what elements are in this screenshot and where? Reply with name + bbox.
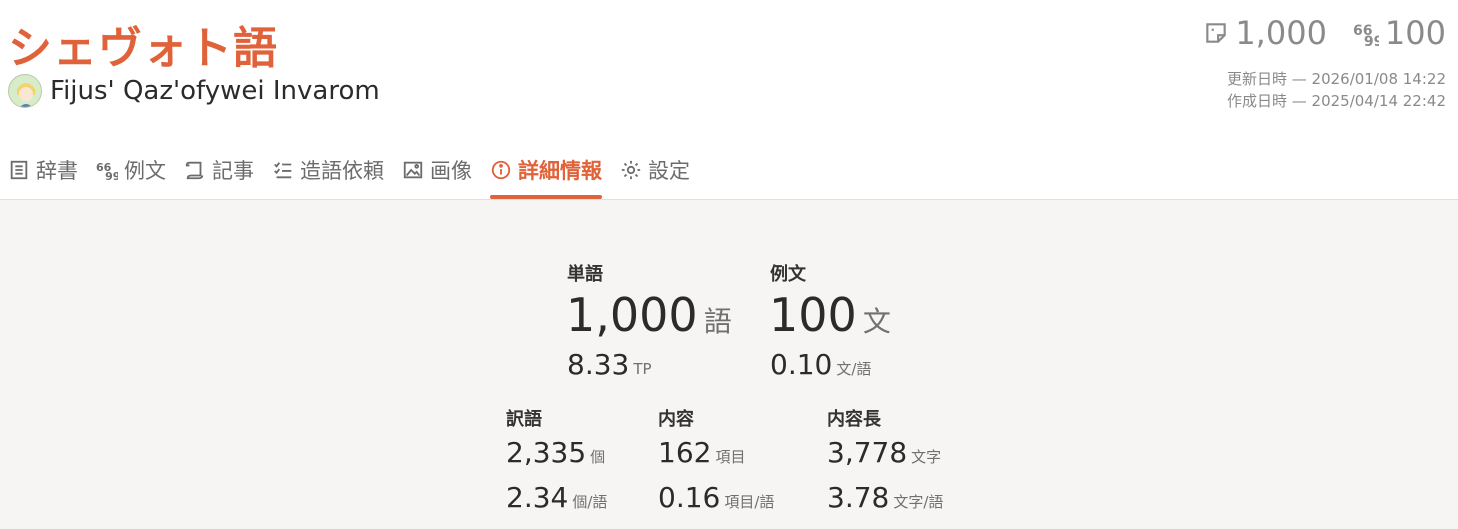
quote-icon: 6699 — [96, 161, 118, 181]
gear-icon — [621, 160, 641, 180]
tab-bar: 辞書 6699 例文 記事 造語依頼 画像 — [0, 150, 700, 200]
stat-translations-sub: 2.34 個/語 — [506, 481, 608, 514]
stat-length-value: 3,778 文字 — [827, 436, 942, 469]
stat-translations-label: 訳語 — [506, 409, 542, 430]
stat-length-sub: 3.78 文字/語 — [827, 481, 944, 514]
author-link[interactable]: Fijus' Qaz'ofywei Invarom — [8, 74, 380, 108]
stat-contents-label: 内容 — [658, 409, 694, 430]
stat-contents-sub: 0.16 項目/語 — [658, 481, 775, 514]
stats-panel: 単語 1,000 語 8.33 TP 例文 100 文 0.10 文/語 訳語 2,33… — [0, 200, 1458, 529]
stat-length-label: 内容長 — [827, 409, 881, 430]
stat-words-value: 1,000 語 — [566, 288, 732, 342]
note-icon — [1206, 23, 1227, 43]
page-header: シェヴォト語 Fijus' Qaz'ofywei Invarom 1,000 6… — [0, 0, 1458, 200]
stat-examples-value: 100 文 — [769, 288, 891, 342]
quote-icon: 66 99 — [1353, 23, 1379, 46]
tab-articles[interactable]: 記事 — [176, 150, 264, 200]
tab-details[interactable]: 詳細情報 — [482, 150, 612, 200]
created-date: 作成日時 — 2025/04/14 22:42 — [1227, 92, 1446, 110]
dictionary-title: シェヴォト語 — [8, 23, 278, 74]
tab-examples[interactable]: 6699 例文 — [88, 150, 176, 200]
header-counts: 1,000 66 99 100 — [1203, 14, 1446, 52]
example-count: 66 99 100 — [1352, 14, 1446, 52]
svg-text:99: 99 — [1364, 34, 1379, 46]
tab-settings[interactable]: 設定 — [612, 150, 700, 200]
info-icon — [491, 160, 511, 180]
checklist-icon — [274, 162, 292, 179]
image-icon — [403, 161, 423, 179]
avatar — [8, 74, 42, 108]
dates: 更新日時 — 2026/01/08 14:22 作成日時 — 2025/04/1… — [1227, 68, 1446, 112]
updated-date: 更新日時 — 2026/01/08 14:22 — [1227, 70, 1446, 88]
tab-images[interactable]: 画像 — [394, 150, 482, 200]
stat-translations-value: 2,335 個 — [506, 436, 606, 469]
author-name: Fijus' Qaz'ofywei Invarom — [50, 76, 380, 106]
stat-words-label: 単語 — [567, 264, 603, 285]
stat-words-sub: 8.33 TP — [567, 348, 652, 381]
scroll-icon — [185, 161, 204, 180]
stat-examples-sub: 0.10 文/語 — [770, 348, 872, 381]
dictionary-icon — [10, 160, 28, 180]
tab-dictionary[interactable]: 辞書 — [0, 150, 88, 200]
svg-text:99: 99 — [105, 170, 118, 181]
word-count: 1,000 — [1203, 14, 1327, 52]
tab-requests[interactable]: 造語依頼 — [264, 150, 394, 200]
stat-examples-label: 例文 — [770, 264, 806, 285]
stat-contents-value: 162 項目 — [658, 436, 746, 469]
